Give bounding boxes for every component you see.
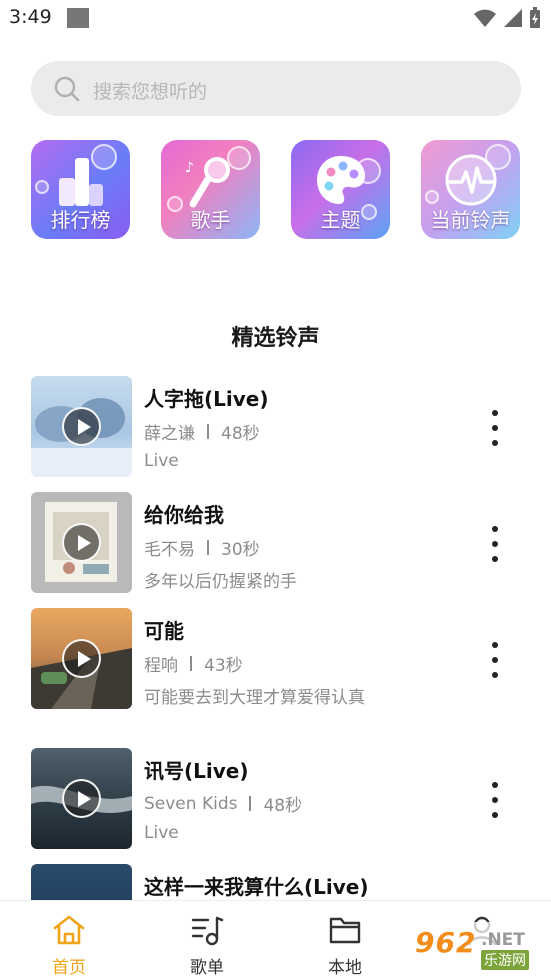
song-duration: 43秒 xyxy=(204,656,243,676)
divider xyxy=(249,796,252,811)
song-row[interactable]: 给你给我 毛不易 30秒 多年以后仍握紧的手 xyxy=(0,492,551,594)
album-cover xyxy=(31,748,132,849)
song-meta: 毛不易 30秒 xyxy=(144,535,260,560)
song-title: 可能 xyxy=(144,619,184,643)
play-icon[interactable] xyxy=(62,407,101,446)
ranking-icon xyxy=(58,158,103,206)
search-placeholder: 搜索您想听的 xyxy=(93,81,208,103)
song-description: 多年以后仍握紧的手 xyxy=(144,572,297,592)
divider xyxy=(207,540,209,555)
song-artist: 薛之谦 xyxy=(144,424,195,444)
bubble-decoration xyxy=(425,190,439,204)
more-options-icon[interactable] xyxy=(484,524,506,564)
playlist-icon xyxy=(191,916,224,946)
status-time: 3:49 xyxy=(9,6,52,28)
category-theme[interactable]: 主题 xyxy=(291,140,390,239)
play-icon[interactable] xyxy=(62,639,101,678)
watermark-text: 乐游网 xyxy=(481,950,529,970)
album-cover xyxy=(31,376,132,477)
bubble-decoration xyxy=(35,180,49,194)
song-row[interactable]: 可能 程响 43秒 可能要去到大理才算爱得认真 xyxy=(0,608,551,710)
song-duration: 30秒 xyxy=(221,540,260,560)
status-bar: 3:49 xyxy=(0,0,551,36)
category-label: 主题 xyxy=(320,208,361,232)
song-duration: 48秒 xyxy=(263,796,303,816)
nav-playlist[interactable]: 歌单 xyxy=(138,901,276,979)
search-icon xyxy=(54,76,80,102)
more-options-icon[interactable] xyxy=(484,408,506,448)
song-description: 可能要去到大理才算爱得认真 xyxy=(144,688,365,708)
song-row[interactable]: 讯号(Live) Seven Kids 48秒 Live xyxy=(0,748,551,850)
folder-icon xyxy=(329,917,361,944)
song-title: 给你给我 xyxy=(144,503,224,527)
battery-icon xyxy=(530,7,540,28)
album-cover xyxy=(31,492,132,593)
microphone-icon: ♪ xyxy=(185,157,230,208)
more-options-icon[interactable] xyxy=(484,640,506,680)
song-description: Live xyxy=(144,451,179,471)
song-meta: Seven Kids 48秒 xyxy=(144,791,303,817)
nav-home[interactable]: 首页 xyxy=(0,901,138,979)
nav-label: 首页 xyxy=(52,958,86,978)
watermark-number: 962 xyxy=(415,926,477,959)
album-cover xyxy=(31,608,132,709)
play-icon[interactable] xyxy=(62,523,101,562)
signal-icon xyxy=(504,9,522,27)
home-icon xyxy=(53,915,85,945)
song-title: 这样一来我算什么(Live) xyxy=(144,875,369,899)
search-input[interactable]: 搜索您想听的 xyxy=(31,61,521,116)
song-title: 人字拖(Live) xyxy=(144,387,269,411)
category-ranking[interactable]: 排行榜 xyxy=(31,140,130,239)
svg-text:♪: ♪ xyxy=(185,160,194,176)
more-options-icon[interactable] xyxy=(484,780,506,820)
song-duration: 48秒 xyxy=(221,424,260,444)
divider xyxy=(190,656,192,671)
notification-icon xyxy=(67,8,89,28)
song-artist: 毛不易 xyxy=(144,540,195,560)
category-label: 歌手 xyxy=(190,208,231,232)
nav-label: 歌单 xyxy=(190,958,224,978)
palette-icon xyxy=(316,156,365,204)
divider xyxy=(207,424,209,439)
nav-label: 本地 xyxy=(328,958,362,978)
wifi-icon xyxy=(474,9,496,27)
watermark-suffix: .NET xyxy=(481,930,525,950)
song-title: 讯号(Live) xyxy=(144,759,249,783)
song-description: Live xyxy=(144,823,179,843)
watermark-logo: 962 .NET 乐游网 xyxy=(409,922,545,974)
song-meta: 薛之谦 48秒 xyxy=(144,419,260,444)
category-label: 排行榜 xyxy=(50,208,111,232)
section-title: 精选铃声 xyxy=(231,326,320,351)
category-current-ringtone[interactable]: 当前铃声 xyxy=(421,140,520,239)
song-artist: Seven Kids xyxy=(144,793,238,814)
song-artist: 程响 xyxy=(144,656,178,676)
status-icons xyxy=(473,7,541,29)
category-label: 当前铃声 xyxy=(430,208,511,232)
category-singer[interactable]: ♪ 歌手 xyxy=(161,140,260,239)
song-meta: 程响 43秒 xyxy=(144,651,243,676)
play-icon[interactable] xyxy=(62,779,101,818)
nav-local[interactable]: 本地 xyxy=(276,901,414,979)
waveform-icon xyxy=(445,154,496,206)
song-row[interactable]: 人字拖(Live) 薛之谦 48秒 Live xyxy=(0,376,551,478)
